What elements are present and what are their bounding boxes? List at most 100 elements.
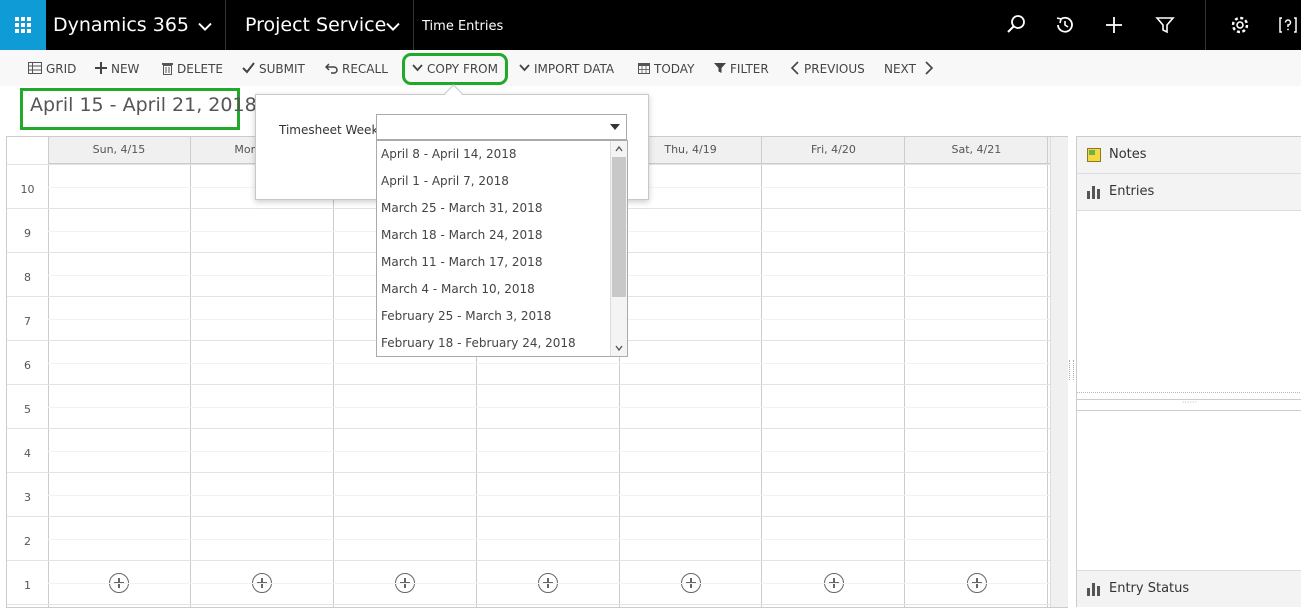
hour-label: 2 bbox=[24, 535, 31, 548]
hour-label: 10 bbox=[20, 183, 35, 196]
timesheet-week-option[interactable]: March 25 - March 31, 2018 bbox=[381, 195, 542, 222]
hour-gridline bbox=[7, 472, 1067, 473]
previous-label: PREVIOUS bbox=[804, 62, 865, 76]
dropdown-scroll-thumb[interactable] bbox=[612, 157, 626, 297]
filter-button[interactable]: FILTER bbox=[714, 50, 769, 88]
previous-button[interactable]: PREVIOUS bbox=[790, 50, 865, 88]
hour-gridline bbox=[7, 516, 1067, 517]
trash-icon bbox=[162, 62, 173, 75]
hour-gridline bbox=[7, 604, 1067, 605]
today-button[interactable]: TODAY bbox=[638, 50, 694, 88]
timesheet-week-option[interactable]: April 8 - April 14, 2018 bbox=[381, 141, 517, 168]
chevron-down-icon[interactable] bbox=[193, 14, 217, 38]
command-bar: GRID NEW DELETE SUBMIT RECALL COPY FROM … bbox=[0, 50, 1301, 86]
copy-from-button[interactable]: COPY FROM bbox=[402, 53, 508, 85]
today-label: TODAY bbox=[654, 62, 695, 76]
chevron-down-icon bbox=[412, 64, 423, 72]
hour-label: 6 bbox=[24, 359, 31, 372]
plus-icon bbox=[95, 62, 107, 74]
dropdown-scrollbar[interactable] bbox=[610, 141, 627, 356]
delete-button[interactable]: DELETE bbox=[162, 50, 223, 88]
timesheet-week-option[interactable]: March 18 - March 24, 2018 bbox=[381, 222, 542, 249]
search-icon[interactable] bbox=[1004, 13, 1028, 37]
recall-label: RECALL bbox=[342, 62, 388, 76]
caret-down-icon bbox=[610, 124, 620, 130]
panel-splitter-handle[interactable]: ······ bbox=[1077, 399, 1301, 411]
filter-icon bbox=[714, 63, 726, 73]
hour-label: 3 bbox=[24, 491, 31, 504]
chevron-left-icon bbox=[790, 61, 799, 75]
chevron-down-icon[interactable] bbox=[615, 344, 623, 352]
chevron-down-icon bbox=[519, 64, 530, 72]
date-range-box: April 15 - April 21, 2018 bbox=[20, 88, 257, 130]
bar-chart-icon bbox=[1087, 583, 1100, 596]
day-header: Fri, 4/20 bbox=[763, 137, 906, 163]
hour-label: 1 bbox=[24, 579, 31, 592]
grid-icon bbox=[28, 62, 42, 74]
calendar-scrollbar[interactable] bbox=[1050, 137, 1068, 607]
next-button[interactable]: NEXT bbox=[884, 50, 934, 88]
hour-label: 7 bbox=[24, 315, 31, 328]
notes-icon bbox=[1087, 148, 1101, 162]
next-label: NEXT bbox=[884, 62, 916, 76]
hour-label: 5 bbox=[24, 403, 31, 416]
nav-divider bbox=[413, 0, 414, 50]
entries-tab[interactable]: Entries bbox=[1077, 174, 1301, 211]
panel-resize-handle[interactable] bbox=[1069, 360, 1074, 380]
import-data-label: IMPORT DATA bbox=[534, 62, 615, 76]
plus-icon[interactable] bbox=[1102, 13, 1126, 37]
hour-gridline bbox=[7, 384, 1067, 385]
recall-button[interactable]: RECALL bbox=[324, 50, 388, 88]
submit-button[interactable]: SUBMIT bbox=[242, 50, 305, 88]
timesheet-week-option[interactable]: February 25 - March 3, 2018 bbox=[381, 303, 551, 330]
side-panel: Notes Entries ······ Entry Status bbox=[1076, 136, 1301, 607]
chevron-down-icon[interactable] bbox=[381, 14, 405, 38]
hour-gridline bbox=[7, 428, 1067, 429]
half-hour-gridline bbox=[48, 583, 1050, 584]
new-button[interactable]: NEW bbox=[95, 50, 139, 88]
top-navigation-bar: Dynamics 365 Project Service Time Entrie… bbox=[0, 0, 1301, 50]
nav-divider bbox=[1205, 0, 1206, 50]
hour-label: 8 bbox=[24, 271, 31, 284]
submit-label: SUBMIT bbox=[259, 62, 305, 76]
timesheet-week-option[interactable]: March 4 - March 10, 2018 bbox=[381, 276, 535, 303]
timesheet-week-option[interactable]: April 1 - April 7, 2018 bbox=[381, 168, 509, 195]
undo-icon bbox=[324, 63, 338, 74]
grid-label: GRID bbox=[46, 62, 77, 76]
chevron-right-icon bbox=[925, 61, 933, 75]
grid-button[interactable]: GRID bbox=[28, 50, 76, 88]
half-hour-gridline bbox=[48, 539, 1050, 540]
copy-from-label: COPY FROM bbox=[427, 62, 498, 76]
page-name[interactable]: Time Entries bbox=[422, 0, 503, 54]
help-icon[interactable] bbox=[1276, 13, 1300, 37]
filter-icon[interactable] bbox=[1153, 13, 1177, 37]
hour-label: 4 bbox=[24, 447, 31, 460]
timesheet-week-dropdown: April 8 - April 14, 2018 April 1 - April … bbox=[376, 140, 628, 357]
panel-divider bbox=[1077, 392, 1301, 394]
day-header: Sun, 4/15 bbox=[48, 137, 191, 163]
app-launcher-button[interactable] bbox=[0, 0, 46, 50]
notes-label: Notes bbox=[1109, 147, 1147, 162]
notes-tab[interactable]: Notes bbox=[1077, 137, 1301, 174]
half-hour-gridline bbox=[48, 363, 1050, 364]
timesheet-week-option[interactable]: March 11 - March 17, 2018 bbox=[381, 249, 542, 276]
app-name[interactable]: Dynamics 365 bbox=[53, 0, 189, 50]
half-hour-gridline bbox=[48, 495, 1050, 496]
entry-status-tab[interactable]: Entry Status bbox=[1077, 570, 1301, 607]
hour-label: 9 bbox=[24, 227, 31, 240]
area-name[interactable]: Project Service bbox=[245, 0, 386, 50]
import-data-button[interactable]: IMPORT DATA bbox=[519, 50, 614, 88]
entry-status-label: Entry Status bbox=[1109, 581, 1190, 596]
timesheet-week-option[interactable]: February 18 - February 24, 2018 bbox=[381, 330, 576, 356]
gear-icon[interactable] bbox=[1228, 13, 1252, 37]
filter-label: FILTER bbox=[730, 62, 769, 76]
bar-chart-icon bbox=[1087, 186, 1100, 199]
history-icon[interactable] bbox=[1053, 13, 1077, 37]
timesheet-week-select[interactable] bbox=[376, 114, 627, 140]
calendar-icon bbox=[638, 63, 650, 74]
half-hour-gridline bbox=[48, 407, 1050, 408]
chevron-up-icon[interactable] bbox=[615, 145, 623, 153]
day-header: Sat, 4/21 bbox=[905, 137, 1049, 163]
hour-gridline bbox=[7, 560, 1067, 561]
delete-label: DELETE bbox=[177, 62, 224, 76]
